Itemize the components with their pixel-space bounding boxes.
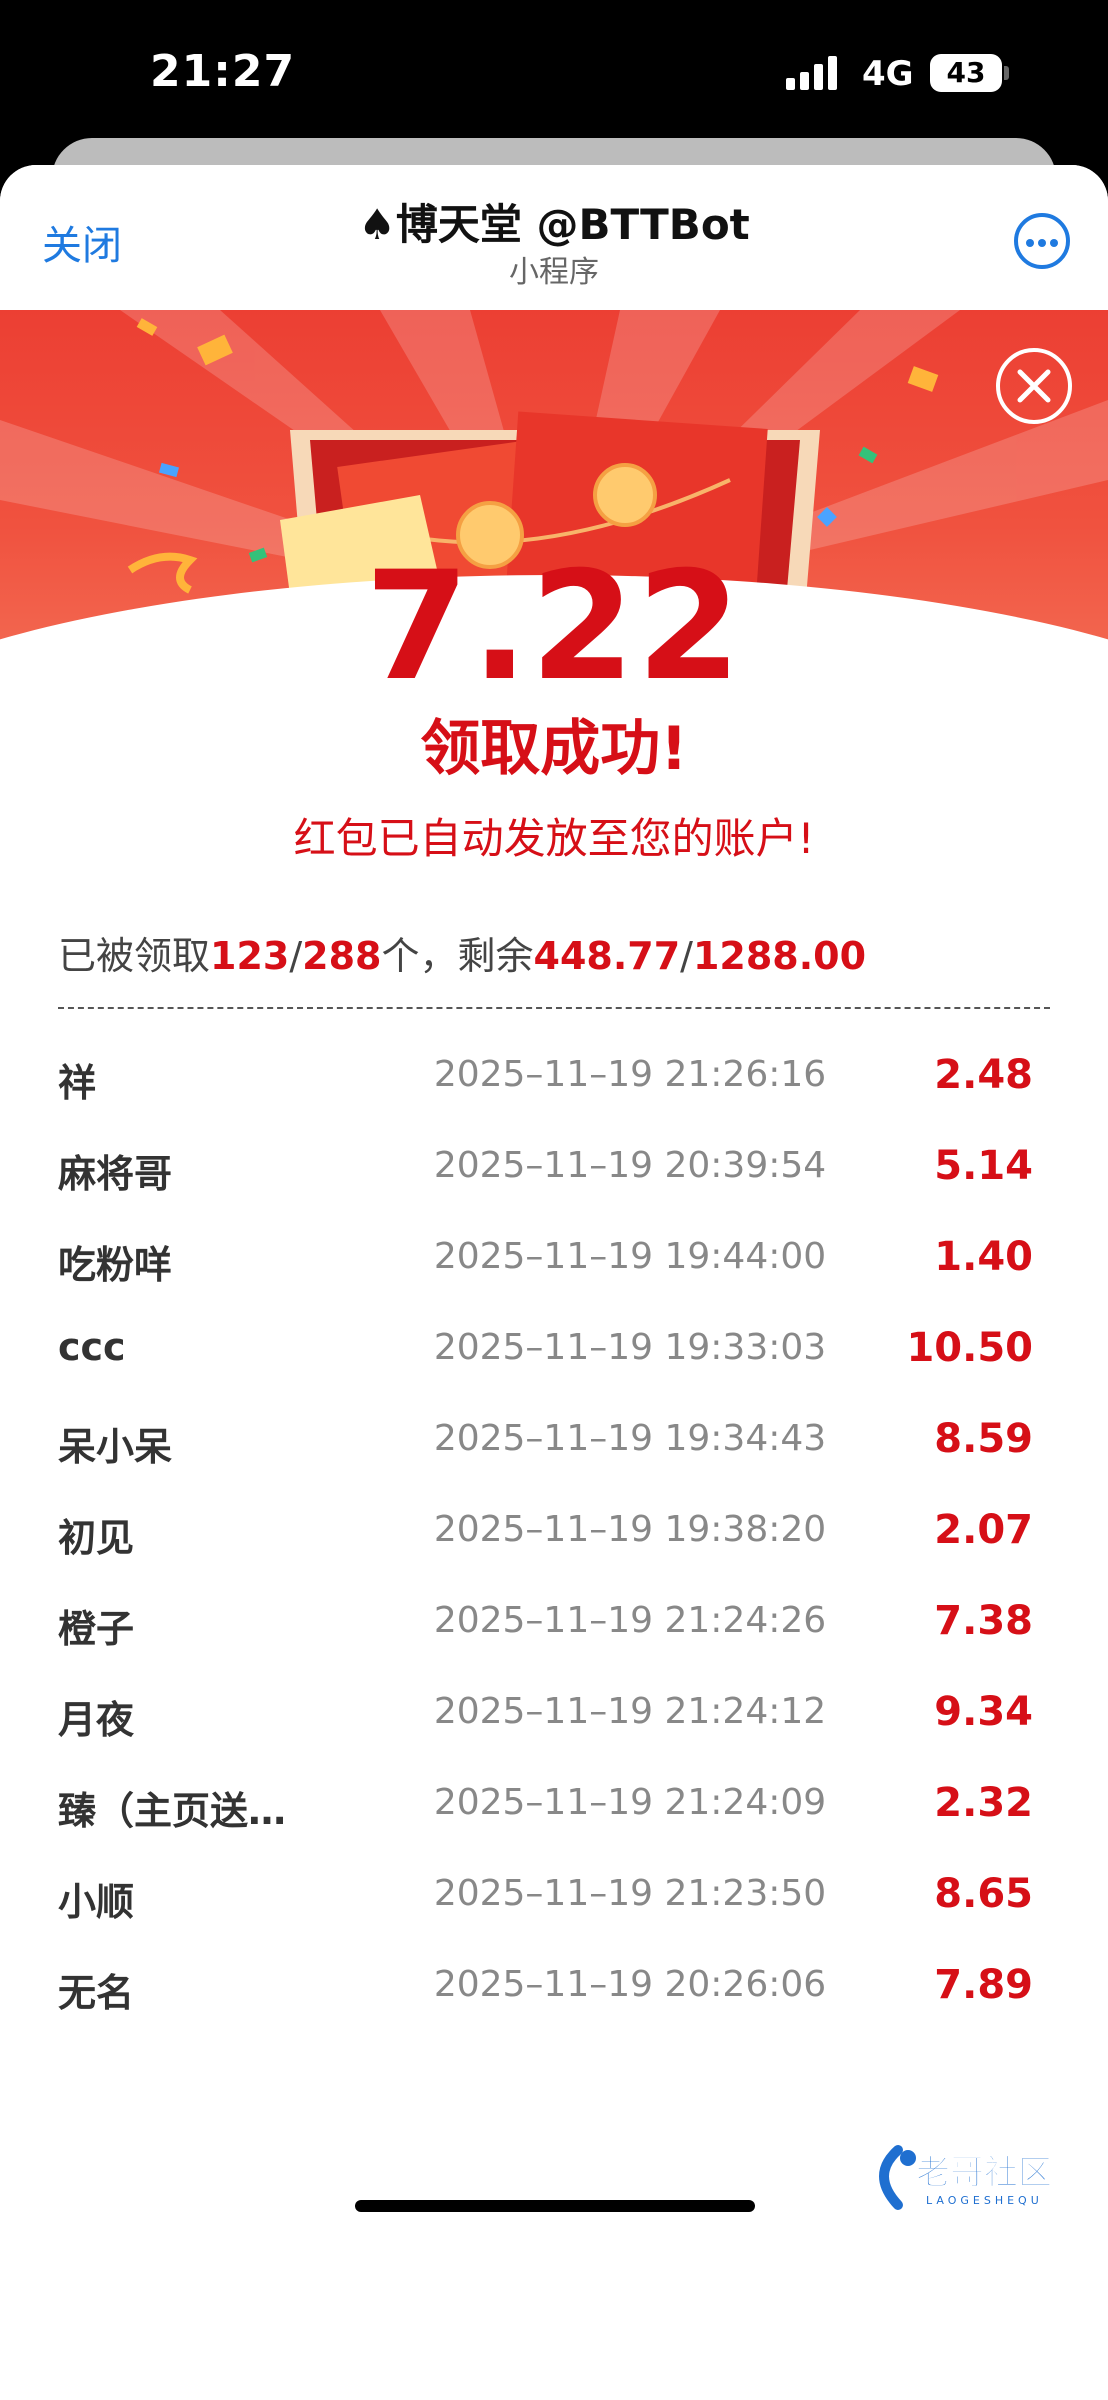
claimer-name: 小顺 xyxy=(58,1880,135,1924)
claimer-name: 吃粉咩 xyxy=(58,1243,173,1287)
success-heading: 领取成功! xyxy=(420,714,688,784)
battery-icon: 43 xyxy=(930,54,1002,92)
list-item: 吃粉咩 2025–11–19 19:44:00 1.40 xyxy=(0,1212,1108,1303)
claim-amount: 10.50 xyxy=(906,1325,1033,1371)
list-item: 初见 2025–11–19 19:38:20 2.07 xyxy=(0,1485,1108,1576)
network-type: 4G xyxy=(862,54,914,94)
claim-summary: 已被领取123/288个，剩余448.77/1288.00 xyxy=(58,934,867,978)
total-count: 288 xyxy=(302,934,382,978)
claimer-name: 祥 xyxy=(58,1061,97,1105)
payout-notice: 红包已自动发放至您的账户! xyxy=(293,814,815,863)
claimer-name: 月夜 xyxy=(58,1698,135,1742)
claim-amount: 5.14 xyxy=(934,1143,1033,1189)
claimed-count: 123 xyxy=(210,934,290,978)
battery-nub xyxy=(1004,66,1009,80)
claim-time: 2025–11–19 21:24:12 xyxy=(433,1691,827,1732)
list-item: 月夜 2025–11–19 21:24:12 9.34 xyxy=(0,1667,1108,1758)
total-amount: 1288.00 xyxy=(692,934,867,978)
list-item: 小顺 2025–11–19 21:23:50 8.65 xyxy=(0,1849,1108,1940)
remaining-amount: 448.77 xyxy=(533,934,681,978)
received-amount: 7.22 xyxy=(364,540,744,714)
cellular-signal-icon xyxy=(786,56,846,90)
claim-time: 2025–11–19 19:38:20 xyxy=(433,1509,827,1550)
claim-amount: 1.40 xyxy=(934,1234,1033,1280)
close-circle-icon[interactable] xyxy=(996,348,1072,424)
nav-subtitle: 小程序 xyxy=(509,255,599,290)
list-item: 臻（主页送… 2025–11–19 21:24:09 2.32 xyxy=(0,1758,1108,1849)
list-item: 无名 2025–11–19 20:26:06 7.89 xyxy=(0,1940,1108,2031)
claimer-name: 无名 xyxy=(58,1971,135,2015)
svg-text:老哥社区: 老哥社区 xyxy=(916,2153,1052,2193)
claim-time: 2025–11–19 20:26:06 xyxy=(433,1964,827,2005)
claim-time: 2025–11–19 21:24:26 xyxy=(433,1600,827,1641)
list-item: 麻将哥 2025–11–19 20:39:54 5.14 xyxy=(0,1121,1108,1212)
claimer-name: 橙子 xyxy=(58,1607,135,1651)
dashed-divider xyxy=(58,1007,1050,1009)
home-indicator[interactable] xyxy=(355,2200,755,2212)
claim-time: 2025–11–19 19:33:03 xyxy=(433,1327,827,1368)
claim-time: 2025–11–19 21:23:50 xyxy=(433,1873,827,1914)
claim-amount: 9.34 xyxy=(934,1689,1033,1735)
claim-amount: 2.32 xyxy=(934,1780,1033,1826)
claim-time: 2025–11–19 21:24:09 xyxy=(433,1782,827,1823)
list-item: 呆小呆 2025–11–19 19:34:43 8.59 xyxy=(0,1394,1108,1485)
claimer-name: 初见 xyxy=(58,1516,135,1560)
claim-amount: 2.48 xyxy=(934,1052,1033,1098)
claimer-name: ccc xyxy=(58,1325,126,1369)
status-bar: 21:27 4G 43 xyxy=(0,0,1108,150)
claim-time: 2025–11–19 19:44:00 xyxy=(433,1236,827,1277)
claimer-name: 麻将哥 xyxy=(58,1152,173,1196)
claim-amount: 7.89 xyxy=(934,1962,1033,2008)
nav-title: ♠博天堂 @BTTBot xyxy=(358,200,750,249)
claim-time: 2025–11–19 21:26:16 xyxy=(433,1054,827,1095)
claim-amount: 8.59 xyxy=(934,1416,1033,1462)
watermark-logo: 老哥社区 LAOGESHEQU xyxy=(868,2140,1098,2220)
claimer-name: 臻（主页送… xyxy=(58,1789,287,1833)
claim-amount: 7.38 xyxy=(934,1598,1033,1644)
claim-time: 2025–11–19 20:39:54 xyxy=(433,1145,827,1186)
status-time: 21:27 xyxy=(150,46,296,97)
more-options-button[interactable] xyxy=(1014,213,1070,269)
claim-amount: 8.65 xyxy=(934,1871,1033,1917)
list-item: 橙子 2025–11–19 21:24:26 7.38 xyxy=(0,1576,1108,1667)
nav-bar: 关闭 ♠博天堂 @BTTBot 小程序 xyxy=(0,165,1108,310)
list-item: ccc 2025–11–19 19:33:03 10.50 xyxy=(0,1303,1108,1394)
claimer-name: 呆小呆 xyxy=(58,1425,173,1469)
list-item: 祥 2025–11–19 21:26:16 2.48 xyxy=(0,1030,1108,1121)
claim-time: 2025–11–19 19:34:43 xyxy=(433,1418,827,1459)
claim-amount: 2.07 xyxy=(934,1507,1033,1553)
svg-text:LAOGESHEQU: LAOGESHEQU xyxy=(926,2194,1043,2207)
